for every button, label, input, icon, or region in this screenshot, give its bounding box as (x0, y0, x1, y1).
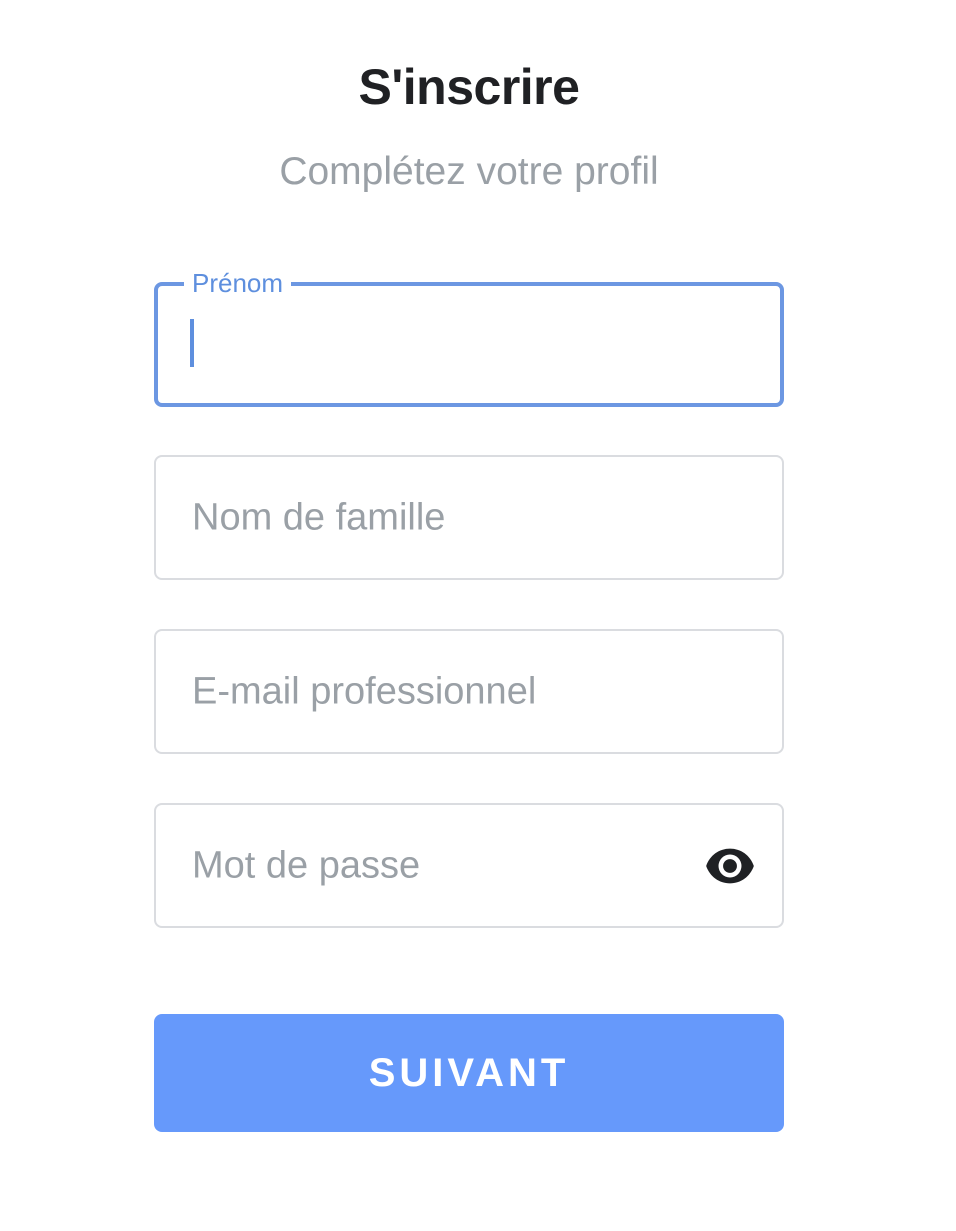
eye-icon[interactable] (704, 846, 756, 886)
page-subtitle: Complétez votre profil (279, 150, 659, 193)
last-name-field[interactable]: Nom de famille (154, 455, 784, 580)
text-caret (190, 319, 194, 367)
page-title: S'inscrire (358, 59, 580, 115)
first-name-label: Prénom (184, 266, 292, 300)
email-field[interactable]: E-mail professionnel (154, 629, 784, 754)
next-button[interactable]: SUIVANT (154, 1014, 784, 1132)
password-placeholder: Mot de passe (192, 844, 421, 886)
first-name-field[interactable]: Prénom (154, 266, 784, 407)
last-name-placeholder: Nom de famille (192, 496, 446, 538)
email-placeholder: E-mail professionnel (192, 670, 537, 712)
password-field[interactable]: Mot de passe (154, 803, 784, 928)
